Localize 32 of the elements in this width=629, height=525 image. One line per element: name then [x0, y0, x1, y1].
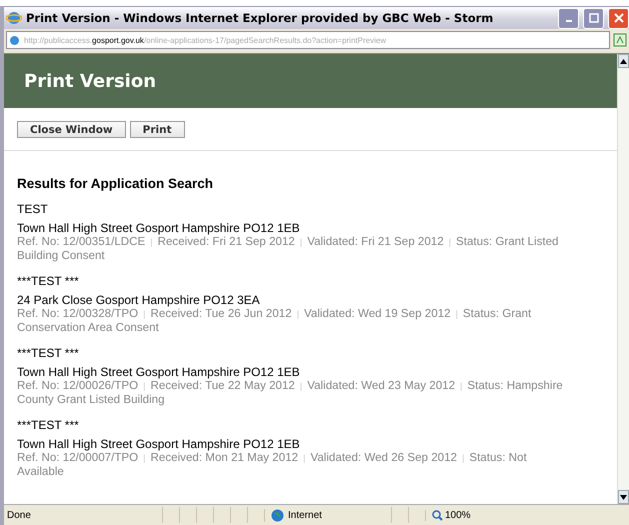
- result-title: ***TEST ***: [17, 418, 80, 432]
- result-address: Town Hall High Street Gosport Hampshire PO12 1EB: [17, 437, 301, 451]
- minimize-button[interactable]: [558, 8, 579, 28]
- zone-indicator: Internet: [264, 508, 391, 522]
- result-address: Town Hall High Street Gosport Hampshire PO12 1EB: [17, 365, 301, 379]
- down-arrow-icon: [620, 494, 627, 500]
- result-details: Ref. No: 12/00007/TPO | Received: Mon 21 May 2012 | Validated: Wed 26 Sep 2012 | Status: Not Available: [17, 451, 528, 479]
- close-icon: [614, 13, 624, 23]
- result-details: Ref. No: 12/00026/TPO | Received: Tue 22 May 2012 | Validated: Wed 23 May 2012 | Status: Hampshire County Grant Listed Building: [17, 379, 564, 407]
- result-address: 24 Park Close Gosport Hampshire PO12 3EA: [17, 293, 261, 307]
- close-window-button[interactable]: Close Window: [17, 121, 126, 138]
- result-title: TEST: [17, 202, 49, 216]
- close-button[interactable]: [608, 8, 629, 28]
- browser-logo-icon: [6, 10, 22, 26]
- result-details: Ref. No: 12/00328/TPO | Received: Tue 26 Jun 2012 | Validated: Wed 19 Sep 2012 | Status: Grant Conservation Area Consent: [17, 307, 532, 335]
- address-field[interactable]: http://publicaccess.gosport.gov.uk/online-applications-17/pagedSearchResults.do?action=printPreview: [6, 31, 610, 49]
- result-address: Town Hall High Street Gosport Hampshire PO12 1EB: [17, 221, 301, 235]
- zoom-control[interactable]: 100%: [425, 510, 471, 520]
- window-title: Print Version - Windows Internet Explorer provided by GBC Web - Storm: [26, 11, 494, 25]
- maximize-icon: [588, 13, 598, 23]
- result-title: ***TEST ***: [17, 346, 80, 360]
- up-arrow-icon: [620, 58, 627, 64]
- status-text: Done: [6, 510, 32, 520]
- print-button[interactable]: Print: [130, 121, 185, 138]
- magnifier-icon: [432, 510, 443, 520]
- result-title: ***TEST ***: [17, 274, 80, 288]
- result-details: Ref. No: 12/00351/LDCE | Received: Fri 21 Sep 2012 | Validated: Fri 21 Sep 2012 | Status: Grant Listed Building Consent: [17, 235, 560, 263]
- page-title: Print Version: [24, 70, 156, 92]
- page-icon: [9, 34, 20, 46]
- go-icon[interactable]: [613, 33, 627, 47]
- results-heading: Results for Application Search: [17, 176, 214, 191]
- maximize-button[interactable]: [583, 8, 604, 28]
